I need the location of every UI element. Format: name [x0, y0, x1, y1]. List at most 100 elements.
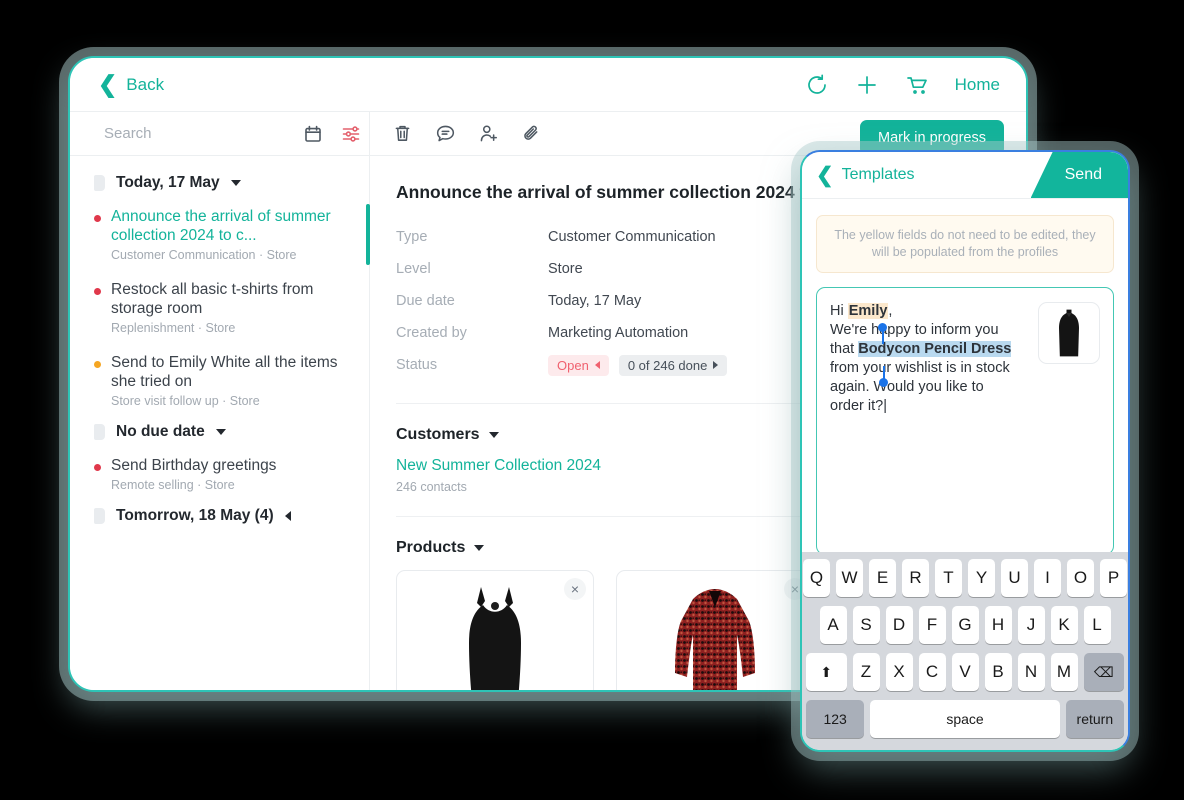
search-row	[70, 112, 369, 156]
task-list-pane: Today, 17 May Announce the arrival of sum…	[70, 112, 370, 690]
search-input[interactable]	[104, 125, 303, 142]
status-badges: Open 0 of 246 done	[548, 354, 728, 376]
task-meta: Remote selling · Store	[111, 478, 235, 492]
task-list-item[interactable]: Send to Emily White all the items she tr…	[70, 344, 369, 417]
chevron-down-icon	[215, 429, 226, 435]
field-value: Store	[548, 261, 583, 277]
key-space[interactable]: space	[870, 700, 1060, 738]
status-badge-open[interactable]: Open	[548, 354, 609, 376]
status-open-label: Open	[557, 357, 589, 373]
chevron-down-icon	[488, 432, 499, 438]
key-w[interactable]: W	[836, 559, 863, 597]
templates-label: Templates	[841, 166, 915, 183]
status-badge-done[interactable]: 0 of 246 done	[618, 354, 728, 376]
key-v[interactable]: V	[951, 653, 979, 691]
key-d[interactable]: D	[885, 606, 913, 644]
key-shift[interactable]: ⬆	[806, 653, 847, 691]
task-group-header[interactable]: Today, 17 May	[70, 168, 369, 198]
filter-sliders-icon[interactable]	[341, 124, 361, 144]
key-m[interactable]: M	[1050, 653, 1078, 691]
key-k[interactable]: K	[1050, 606, 1078, 644]
key-return[interactable]: return	[1065, 700, 1124, 738]
message-text: Hi Emily, We're happy to inform you that…	[830, 302, 1015, 540]
back-button[interactable]: ❮ Back	[98, 73, 164, 96]
field-value: Marketing Automation	[548, 325, 689, 341]
chevron-left-icon	[284, 511, 291, 521]
key-a[interactable]: A	[819, 606, 847, 644]
key-numbers[interactable]: 123	[806, 700, 865, 738]
task-list-item[interactable]: Restock all basic t-shirts from storage …	[70, 271, 369, 344]
history-icon[interactable]	[805, 73, 829, 97]
product-card[interactable]: ×	[616, 570, 814, 690]
key-l[interactable]: L	[1083, 606, 1111, 644]
key-h[interactable]: H	[984, 606, 1012, 644]
key-p[interactable]: P	[1100, 559, 1127, 597]
task-group-header[interactable]: Tomorrow, 18 May (4)	[70, 501, 369, 531]
field-label: Due date	[396, 293, 455, 309]
key-q[interactable]: Q	[803, 559, 830, 597]
task-group-title: Today, 17 May	[116, 174, 220, 191]
key-y[interactable]: Y	[968, 559, 995, 597]
key-g[interactable]: G	[951, 606, 979, 644]
selection-handle-start[interactable]	[878, 323, 887, 332]
comment-icon[interactable]	[435, 123, 456, 144]
task-group-title: Tomorrow, 18 May (4)	[116, 507, 274, 524]
search-row-actions	[303, 124, 361, 144]
status-label: Status	[396, 357, 438, 373]
key-s[interactable]: S	[852, 606, 880, 644]
key-x[interactable]: X	[885, 653, 913, 691]
divider	[802, 198, 1128, 199]
key-z[interactable]: Z	[852, 653, 880, 691]
add-person-icon[interactable]	[478, 123, 499, 144]
key-f[interactable]: F	[918, 606, 946, 644]
message-line-b-suffix: from your wishlist	[830, 360, 942, 376]
customers-heading: Customers	[396, 426, 480, 443]
message-compose-box[interactable]: Hi Emily, We're happy to inform you that…	[816, 287, 1114, 555]
field-label: Type	[396, 229, 428, 245]
key-r[interactable]: R	[902, 559, 929, 597]
key-e[interactable]: E	[869, 559, 896, 597]
on-screen-keyboard: QWERTYUIOP ASDFGHJKL ⬆ Z X C V B N M ⌫ 123 space…	[802, 552, 1128, 750]
key-b[interactable]: B	[984, 653, 1012, 691]
black-strap-dress-image	[469, 587, 521, 690]
remove-product-icon[interactable]: ×	[564, 578, 586, 600]
attachment-icon[interactable]	[521, 123, 542, 144]
group-flag-icon	[94, 508, 105, 524]
key-o[interactable]: O	[1067, 559, 1094, 597]
task-list: Today, 17 May Announce the arrival of sum…	[70, 156, 370, 531]
chevron-down-icon	[230, 180, 241, 186]
selection-handle-end[interactable]	[879, 378, 888, 387]
greeting-prefix: Hi	[830, 303, 848, 319]
key-u[interactable]: U	[1001, 559, 1028, 597]
field-value: Today, 17 May	[548, 293, 642, 309]
arrow-right-icon	[713, 361, 719, 369]
task-group-title: No due date	[116, 423, 205, 440]
plus-icon[interactable]	[855, 73, 879, 97]
status-done-label: 0 of 246 done	[627, 357, 708, 373]
templates-back-button[interactable]: ❮ Templates	[802, 165, 915, 186]
key-i[interactable]: I	[1034, 559, 1061, 597]
key-j[interactable]: J	[1017, 606, 1045, 644]
task-list-item[interactable]: Announce the arrival of summer collectio…	[70, 198, 370, 271]
key-backspace[interactable]: ⌫	[1083, 653, 1124, 691]
send-button[interactable]: Send	[1030, 152, 1128, 198]
task-title: Restock all basic t-shirts from storage …	[111, 281, 314, 317]
text-caret: |	[883, 398, 887, 414]
trash-icon[interactable]	[392, 123, 413, 144]
field-value: Customer Communication	[548, 229, 716, 245]
top-bar-actions: Home	[805, 73, 1000, 97]
greeting-suffix: ,	[888, 303, 893, 319]
task-list-item[interactable]: Send Birthday greetings Remote selling · …	[70, 447, 369, 501]
key-n[interactable]: N	[1017, 653, 1045, 691]
key-t[interactable]: T	[935, 559, 962, 597]
app-top-bar: ❮ Back Home	[70, 58, 1026, 112]
name-token[interactable]: Emily	[847, 303, 889, 319]
task-group-header[interactable]: No due date	[70, 417, 369, 447]
cart-icon[interactable]	[905, 73, 929, 97]
product-card[interactable]: ×	[396, 570, 594, 690]
product-thumbnail-card[interactable]	[1038, 302, 1100, 364]
key-c[interactable]: C	[918, 653, 946, 691]
field-label: Created by	[396, 325, 467, 341]
home-button[interactable]: Home	[955, 75, 1000, 95]
calendar-icon[interactable]	[303, 124, 323, 144]
